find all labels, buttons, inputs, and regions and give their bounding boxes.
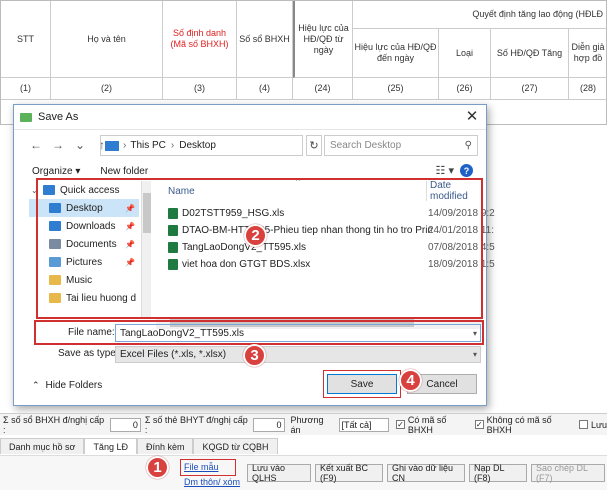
header-group: Quyết định tăng lao động (HĐLĐ — [353, 1, 607, 29]
view-options-icon[interactable]: ☷ ▾ — [436, 164, 454, 177]
checkbox-luu[interactable] — [579, 420, 588, 429]
checkbox-co-ma-so[interactable]: ✓ — [396, 420, 405, 429]
highlight-file-name — [34, 320, 484, 345]
col-num: (25) — [353, 78, 439, 100]
close-icon[interactable]: ✕ — [461, 107, 483, 125]
sum-bhyt-input[interactable]: 0 — [253, 417, 285, 432]
sum-bhxh-label: Σ số sổ BHXH đ/nghị cấp : — [3, 414, 105, 435]
new-folder-button[interactable]: New folder — [100, 166, 148, 177]
hide-folders-label: Hide Folders — [45, 380, 103, 391]
col-num: (1) — [1, 78, 51, 100]
phuong-an-select[interactable]: [Tất cả] — [338, 417, 390, 432]
excel-title-icon — [20, 112, 32, 122]
ket-xuat-button[interactable]: Kết xuất BC (F9) — [315, 463, 383, 483]
summary-row: Σ số sổ BHXH đ/nghị cấp : 0 Σ số thẻ BHY… — [0, 413, 607, 435]
co-ma-so-label: Có mã số BHXH — [407, 414, 447, 435]
dialog-titlebar: Save As — [14, 105, 486, 130]
help-icon[interactable]: ? — [460, 164, 473, 177]
header-dien-giai: Diễn giả hợp đồ — [569, 29, 607, 78]
phuong-an-label: Phương án — [290, 414, 324, 435]
dm-thon-xom-link[interactable]: Dm thôn/ xóm — [184, 477, 240, 487]
sum-bhxh-input[interactable]: 0 — [109, 417, 141, 432]
nap-dl-button[interactable]: Nạp DL (F8) — [469, 463, 527, 483]
col-num: (24) — [293, 78, 353, 100]
col-num: (4) — [237, 78, 293, 100]
chevron-down-icon[interactable]: ▾ — [473, 350, 477, 359]
save-as-type-label: Save as type: — [58, 348, 119, 359]
col-num: (26) — [439, 78, 491, 100]
header-so-dinh-danh: Số định danh (Mã số BHXH) — [163, 1, 237, 78]
col-num: (28) — [569, 78, 607, 100]
tab-danh-muc-ho-so[interactable]: Danh mục hồ sơ — [0, 438, 85, 454]
header-so-hd: Số HĐ/QĐ Tăng — [491, 29, 569, 78]
address-part-desktop[interactable]: Desktop — [179, 140, 216, 151]
back-arrow-icon[interactable]: ← — [28, 138, 44, 152]
ghi-du-lieu-button[interactable]: Ghi vào dữ liệu CN — [387, 463, 465, 483]
recent-chevron-icon[interactable]: ⌄ — [72, 138, 88, 152]
col-num: (3) — [163, 78, 237, 100]
callout-2: 2 — [244, 224, 267, 247]
search-input[interactable]: Search Desktop ⚲ — [324, 135, 478, 156]
nav-row: ← → ⌄ ↑ › This PC › Desktop ↻ Search Des… — [14, 131, 486, 159]
address-sep: › — [123, 140, 127, 151]
callout-4: 4 — [399, 369, 422, 392]
save-as-type-value: Excel Files (*.xls, *.xlsx) — [120, 349, 227, 360]
col-num: (2) — [51, 78, 163, 100]
callout-1: 1 — [146, 456, 169, 479]
tab-tang-ld[interactable]: Tăng LĐ — [84, 438, 137, 454]
action-bar: 1 File mẫu Dm thôn/ xóm Lưu vào QLHS Kết… — [0, 455, 607, 490]
hide-folders-button[interactable]: ⌃ Hide Folders — [32, 380, 102, 391]
header-hieu-luc-tu: Hiệu lực của HĐ/QĐ từ ngày — [293, 1, 353, 78]
organize-button[interactable]: Organize ▾ — [32, 166, 80, 177]
callout-3: 3 — [243, 344, 266, 367]
address-sep: › — [170, 140, 175, 151]
tab-kqgd[interactable]: KQGD từ CQBH — [193, 438, 278, 454]
header-ho-va-ten: Họ và tên — [51, 1, 163, 78]
highlight-file-area — [36, 178, 483, 319]
highlight-save — [323, 370, 401, 398]
sum-bhyt-label: Σ số thẻ BHYT đ/nghị cấp : — [144, 414, 248, 435]
checkbox-khong-co-ma-so[interactable]: ✓ — [474, 420, 484, 429]
this-pc-icon — [105, 140, 119, 151]
address-bar[interactable]: › This PC › Desktop — [100, 135, 303, 156]
chevron-up-icon: ⌃ — [32, 380, 40, 390]
search-placeholder: Search Desktop — [330, 140, 402, 151]
tab-dinh-kem[interactable]: Đính kèm — [136, 438, 194, 454]
highlight-file-mau — [180, 459, 236, 476]
search-icon: ⚲ — [464, 140, 472, 151]
forward-arrow-icon[interactable]: → — [50, 138, 66, 152]
dialog-title: Save As — [38, 111, 79, 123]
luu-qlhs-button[interactable]: Lưu vào QLHS — [247, 463, 311, 483]
header-stt: STT — [1, 1, 51, 78]
save-as-type-select[interactable]: Excel Files (*.xls, *.xlsx) ▾ — [115, 346, 481, 363]
address-part-this-pc[interactable]: This PC — [130, 140, 166, 151]
sao-chep-button[interactable]: Sao chép DL (F7) — [531, 463, 605, 483]
luu-label: Lưu — [590, 419, 607, 430]
khong-co-ma-so-label: Không có mã số BHXH — [486, 414, 552, 435]
col-num: (27) — [491, 78, 569, 100]
header-so-so-bhxh: Số sổ BHXH — [237, 1, 293, 78]
header-hieu-luc-den: Hiệu lực của HĐ/QĐ đến ngày — [353, 29, 439, 78]
header-loai: Loại — [439, 29, 491, 78]
refresh-icon[interactable]: ↻ — [306, 135, 322, 156]
bottom-tabs: Danh mục hồ sơ Tăng LĐ Đính kèm KQGD từ … — [0, 438, 278, 454]
